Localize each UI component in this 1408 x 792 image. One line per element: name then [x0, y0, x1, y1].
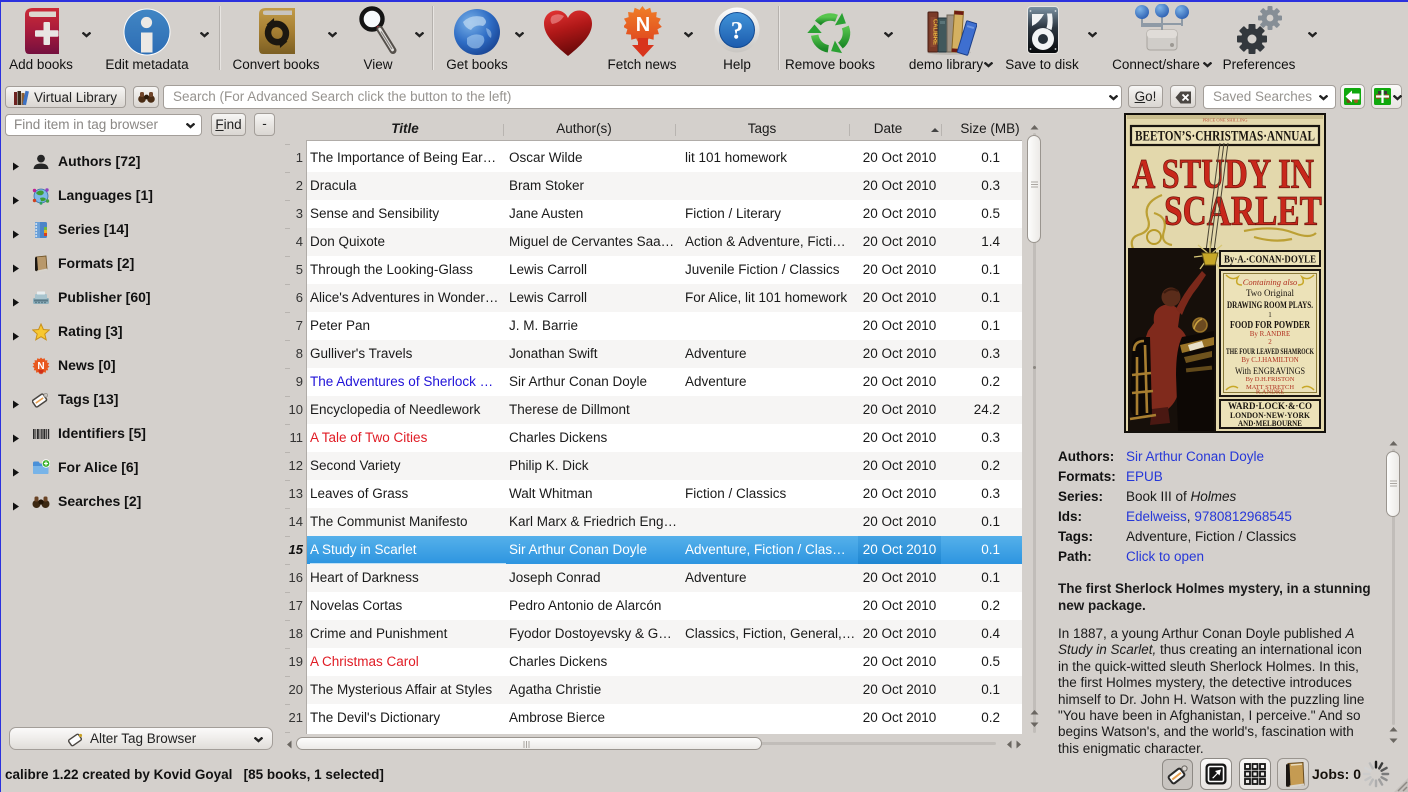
svg-text:DRAWING ROOM PLAYS.: DRAWING ROOM PLAYS.	[1227, 301, 1313, 311]
svg-text:Containing also: Containing also	[1243, 277, 1298, 287]
svg-text:BEETON’S·CHRISTMAS·ANNUAL: BEETON’S·CHRISTMAS·ANNUAL	[1135, 129, 1315, 145]
svg-text:Two Original: Two Original	[1246, 288, 1295, 298]
svg-text:By·A.·CONAN·DOYLE: By·A.·CONAN·DOYLE	[1224, 255, 1316, 266]
svg-text:AND·MELBOURNE: AND·MELBOURNE	[1238, 419, 1302, 428]
svg-text:R.ANDRE: R.ANDRE	[1256, 389, 1284, 396]
svg-text:By R.ANDRE: By R.ANDRE	[1250, 330, 1290, 338]
svg-text:N: N	[636, 14, 650, 36]
svg-text:?: ?	[731, 18, 744, 45]
svg-text:WARD·LOCK·&·CO: WARD·LOCK·&·CO	[1228, 401, 1312, 411]
svg-text:1: 1	[1268, 311, 1272, 319]
svg-text:THE FOUR LEAVED SHAMROCK: THE FOUR LEAVED SHAMROCK	[1226, 347, 1315, 356]
svg-text:CALIBRE: CALIBRE	[932, 19, 938, 45]
svg-text:By C.J.HAMILTON: By C.J.HAMILTON	[1241, 356, 1298, 364]
svg-text:By D.H.FRISTON: By D.H.FRISTON	[1246, 376, 1295, 383]
svg-text:PRICE ONE SHILLING: PRICE ONE SHILLING	[1203, 118, 1249, 123]
svg-text:With ENGRAVINGS: With ENGRAVINGS	[1235, 366, 1305, 376]
svg-text:SCARLET: SCARLET	[1164, 189, 1322, 235]
svg-text:2: 2	[1268, 338, 1272, 346]
